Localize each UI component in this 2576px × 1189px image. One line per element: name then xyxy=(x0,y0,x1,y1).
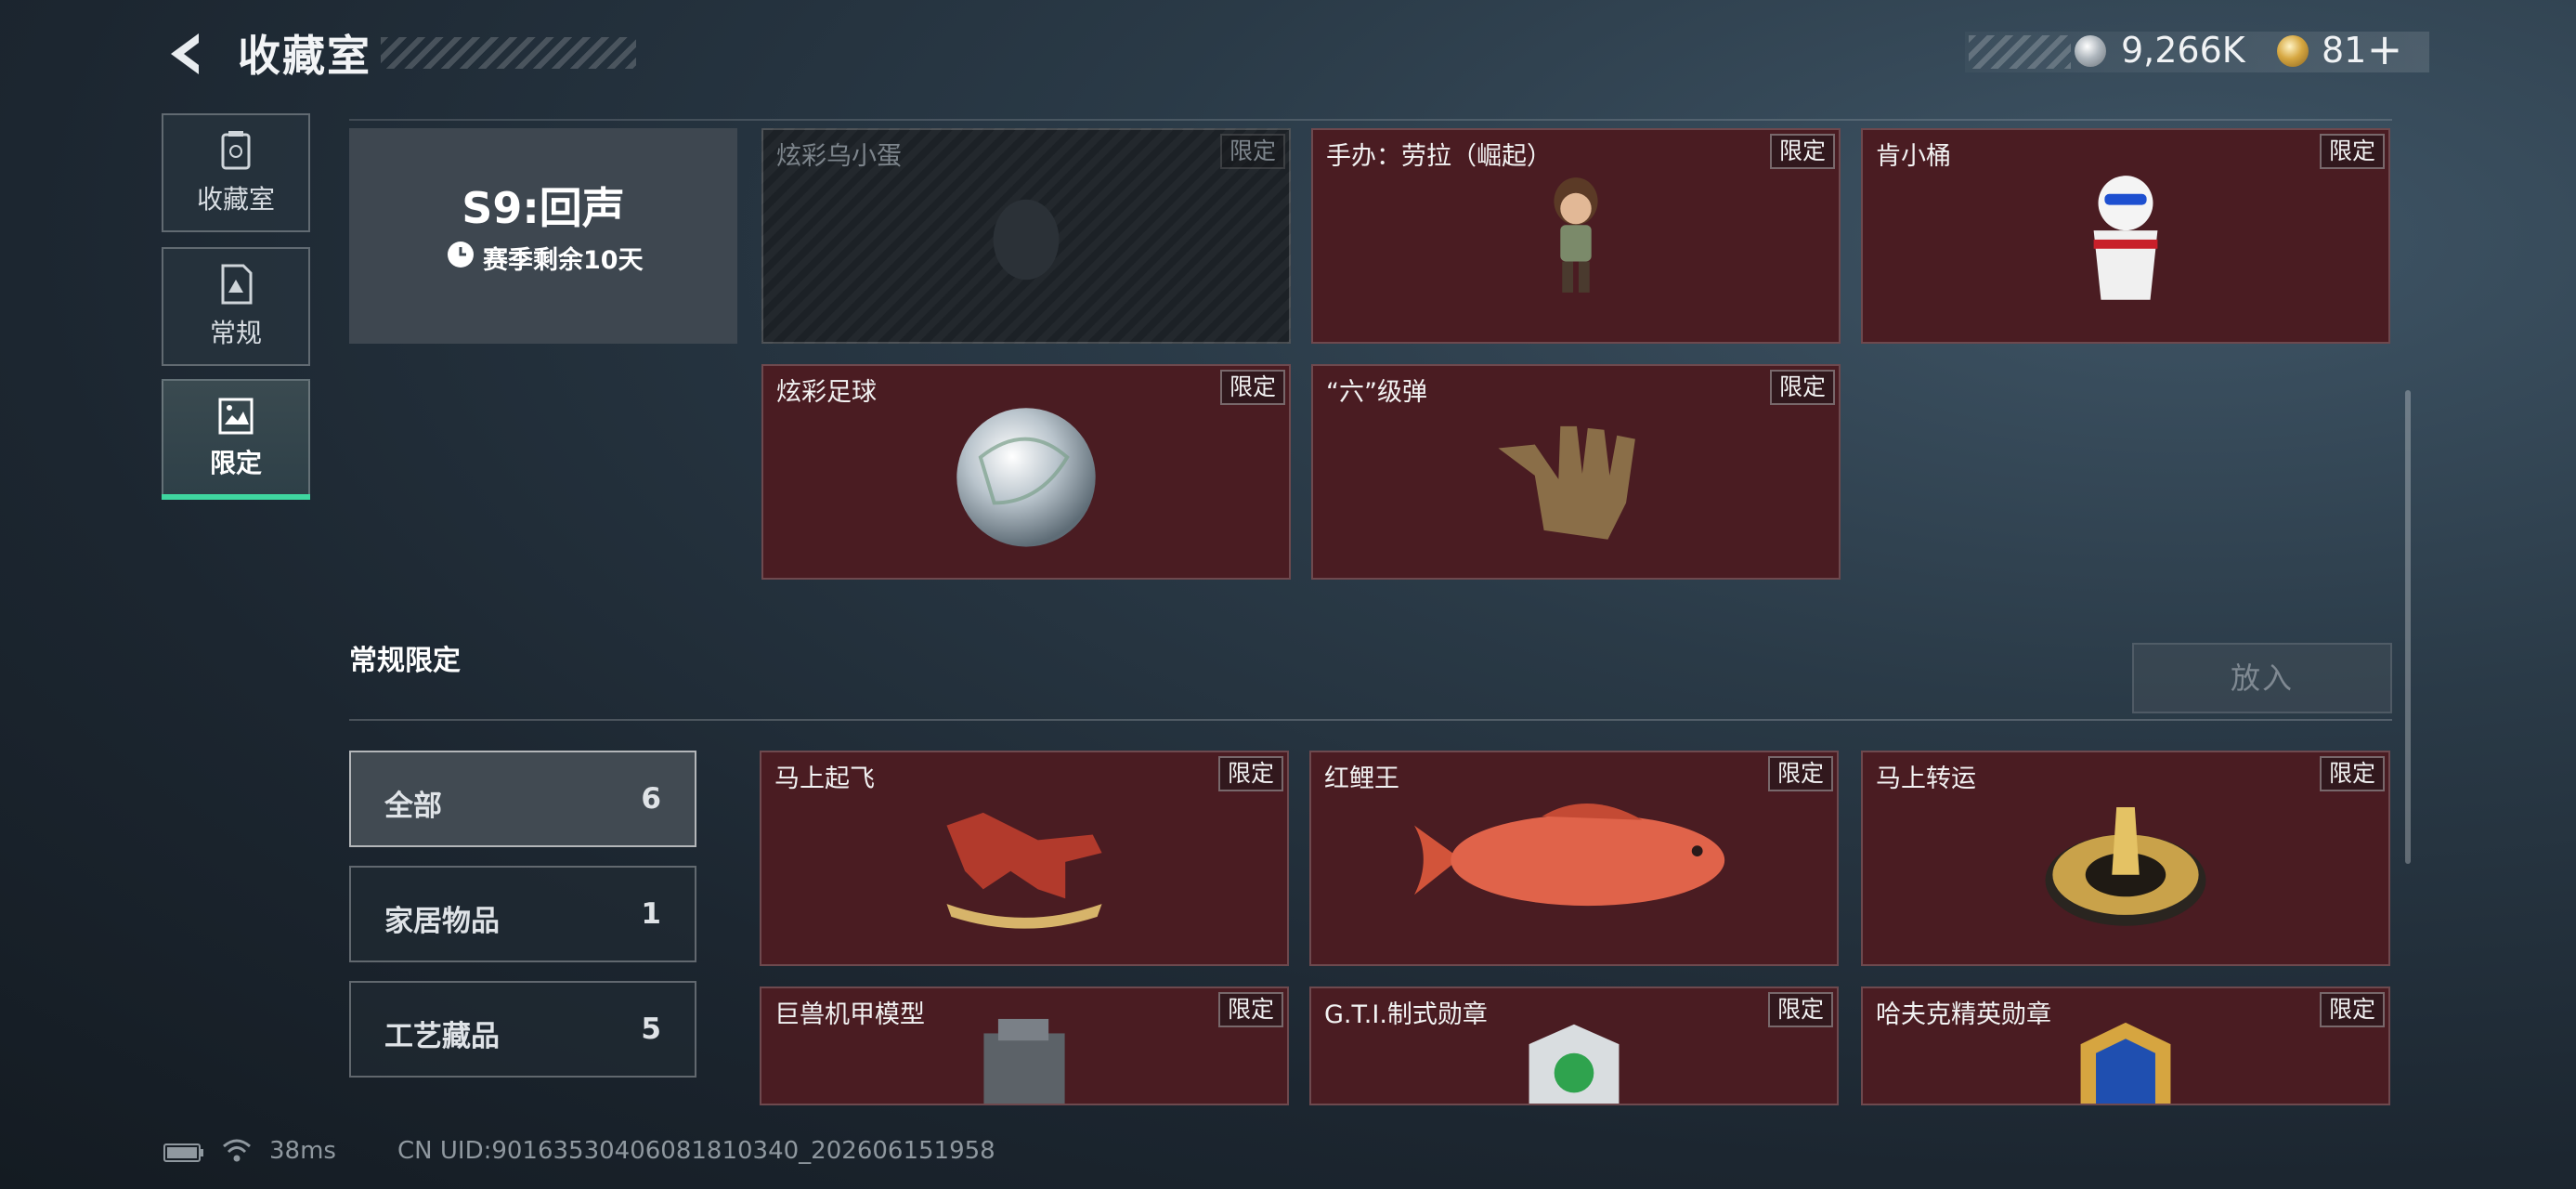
limited-badge: 限定 xyxy=(1220,134,1285,169)
sidebar-item-label: 收藏室 xyxy=(196,184,275,215)
sidebar-item-regular[interactable]: 常规 xyxy=(162,247,310,366)
filter-home-items[interactable]: 家居物品 1 xyxy=(349,866,696,962)
season-card xyxy=(349,128,737,344)
filter-all[interactable]: 全部 6 xyxy=(349,751,696,847)
section-title: 常规限定 xyxy=(349,645,461,677)
back-arrow-icon[interactable] xyxy=(158,26,214,82)
add-currency-button[interactable]: + xyxy=(2364,24,2405,74)
collection-card[interactable]: 红鲤王 限定 xyxy=(1309,751,1839,966)
currency-decoration xyxy=(1969,35,2071,69)
sidebar-item-label: 限定 xyxy=(209,448,262,478)
card-name: 哈夫克精英勋章 xyxy=(1876,1000,2051,1029)
sidebar-item-label: 常规 xyxy=(209,318,262,348)
put-in-button[interactable]: 放入 xyxy=(2132,643,2392,713)
divider xyxy=(349,119,2392,121)
sidebar-item-collection[interactable]: 收藏室 xyxy=(162,113,310,232)
scrollbar[interactable] xyxy=(2405,390,2411,864)
limited-badge: 限定 xyxy=(1220,370,1285,405)
user-uid: CN UID:90163530406081810340_202606151958 xyxy=(397,1137,995,1165)
silver-coin-icon xyxy=(2075,35,2106,67)
limited-badge: 限定 xyxy=(1218,992,1283,1027)
collection-card[interactable]: 炫彩足球 限定 xyxy=(761,364,1291,580)
card-name: 手办：劳拉（崛起） xyxy=(1326,142,1552,171)
limited-badge: 限定 xyxy=(1768,992,1833,1027)
collection-card[interactable]: 巨兽机甲模型 限定 xyxy=(760,986,1289,1105)
limited-badge: 限定 xyxy=(2320,134,2385,169)
divider xyxy=(349,719,2392,721)
card-name: 炫彩乌小蛋 xyxy=(776,142,902,171)
filter-label: 家居物品 xyxy=(384,905,500,938)
card-name: 肯小桶 xyxy=(1876,142,1951,171)
limited-badge: 限定 xyxy=(1768,756,1833,791)
collection-card[interactable]: G.T.I.制式勋章 限定 xyxy=(1309,986,1839,1105)
filter-label: 全部 xyxy=(384,790,442,823)
card-name: “六”级弹 xyxy=(1326,378,1427,407)
filter-crafts[interactable]: 工艺藏品 5 xyxy=(349,981,696,1078)
clock-icon xyxy=(448,242,474,268)
card-name: 马上转运 xyxy=(1876,764,1976,793)
season-title: S9:回声 xyxy=(462,183,625,233)
filter-count: 5 xyxy=(641,1013,661,1046)
limited-badge: 限定 xyxy=(1218,756,1283,791)
wifi-icon xyxy=(223,1139,251,1162)
document-icon xyxy=(221,264,253,305)
collection-card[interactable]: 马上起飞 限定 xyxy=(760,751,1289,966)
collection-card[interactable]: 马上转运 限定 xyxy=(1861,751,2390,966)
limited-badge: 限定 xyxy=(1770,370,1835,405)
collection-card[interactable]: 炫彩乌小蛋 限定 xyxy=(761,128,1291,344)
gold-coin-icon xyxy=(2277,35,2309,67)
collection-card[interactable]: 哈夫克精英勋章 限定 xyxy=(1861,986,2390,1105)
title-decoration xyxy=(381,37,636,69)
card-name: G.T.I.制式勋章 xyxy=(1324,1000,1488,1029)
landscape-icon xyxy=(218,398,254,435)
limited-badge: 限定 xyxy=(1770,134,1835,169)
card-name: 炫彩足球 xyxy=(776,378,877,407)
page-title: 收藏室 xyxy=(238,31,371,81)
filter-count: 1 xyxy=(641,897,661,931)
card-name: 巨兽机甲模型 xyxy=(774,1000,925,1029)
filter-count: 6 xyxy=(641,782,661,816)
season-remaining: 赛季剩余10天 xyxy=(483,246,644,275)
silver-amount: 9,266K xyxy=(2121,30,2245,71)
sidebar-item-limited[interactable]: 限定 xyxy=(162,379,310,498)
card-name: 红鲤王 xyxy=(1324,764,1399,793)
limited-badge: 限定 xyxy=(2320,756,2385,791)
trash-can-icon xyxy=(221,131,251,170)
limited-badge: 限定 xyxy=(2320,992,2385,1027)
collection-card[interactable]: “六”级弹 限定 xyxy=(1311,364,1841,580)
ping-readout: 38ms xyxy=(269,1137,336,1165)
battery-icon xyxy=(163,1143,203,1162)
card-name: 马上起飞 xyxy=(774,764,875,793)
filter-label: 工艺藏品 xyxy=(384,1020,500,1053)
collection-card[interactable]: 手办：劳拉（崛起） 限定 xyxy=(1311,128,1841,344)
collection-card[interactable]: 肯小桶 限定 xyxy=(1861,128,2390,344)
gold-amount: 81 xyxy=(2322,30,2367,71)
active-tab-indicator xyxy=(162,494,310,500)
